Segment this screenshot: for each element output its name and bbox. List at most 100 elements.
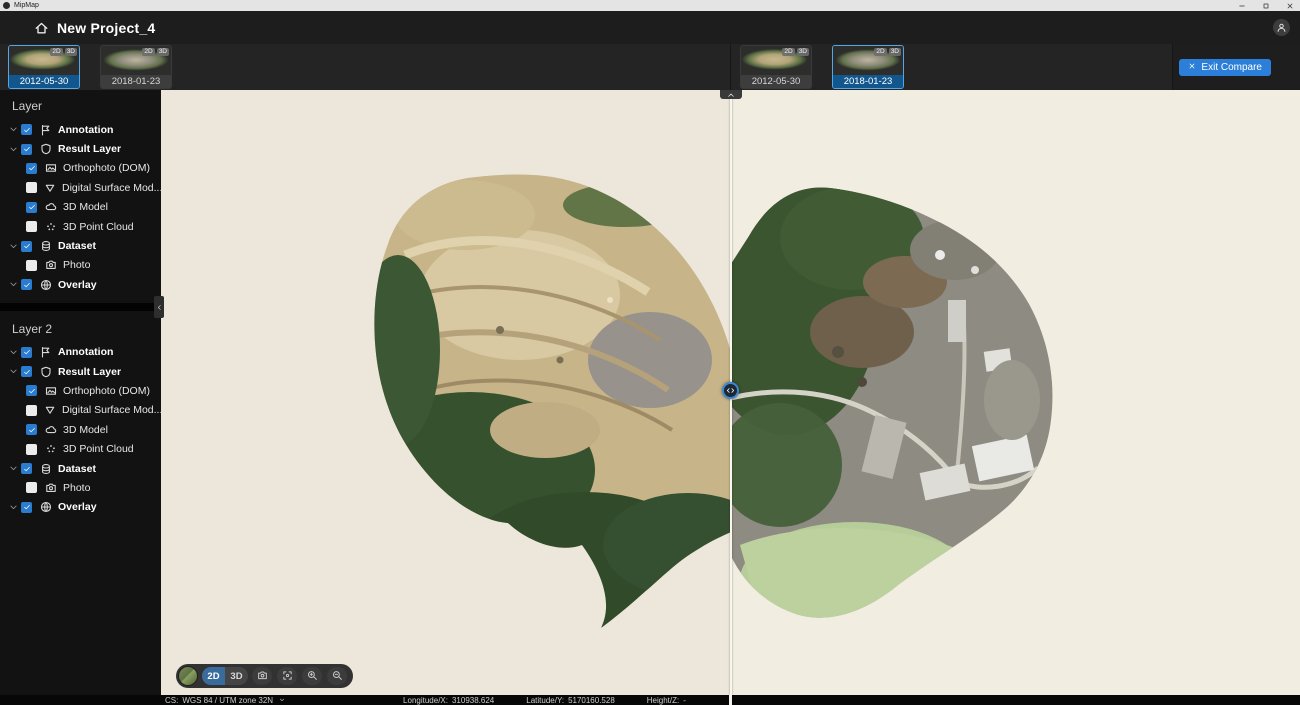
dataset-thumbnail-2018-01-23[interactable]: 2D3D2018-01-23 <box>832 45 904 89</box>
layer-item-annotation[interactable]: Annotation <box>0 120 161 139</box>
map-viewport[interactable]: 2D 3D <box>161 90 1300 695</box>
layer-item-3d-model[interactable]: 3D Model <box>0 420 161 439</box>
checked-checkbox[interactable] <box>21 463 32 474</box>
unchecked-checkbox[interactable] <box>26 482 37 493</box>
shield-icon <box>39 365 52 378</box>
view-3d-button[interactable]: 3D <box>225 667 248 685</box>
layer-item-label: Annotation <box>58 346 113 358</box>
compare-collapse-tab[interactable] <box>720 90 742 99</box>
unchecked-checkbox[interactable] <box>26 444 37 455</box>
layer-item-digital-surface-mod[interactable]: Digital Surface Mod... <box>0 178 161 197</box>
layer-item-label: Photo <box>63 259 90 271</box>
layer-item-orthophoto-dom[interactable]: Orthophoto (DOM) <box>0 159 161 178</box>
layer-item-digital-surface-mod[interactable]: Digital Surface Mod... <box>0 401 161 420</box>
checked-checkbox[interactable] <box>21 124 32 135</box>
layer-item-photo[interactable]: Photo <box>0 256 161 275</box>
checked-checkbox[interactable] <box>26 424 37 435</box>
close-button[interactable] <box>1285 1 1294 10</box>
mipmap-window: MipMap New Project_4 2D3D2012-05-302D3D2… <box>0 0 1300 705</box>
layer-item-3d-model[interactable]: 3D Model <box>0 198 161 217</box>
layer-item-result-layer[interactable]: Result Layer <box>0 362 161 381</box>
checked-checkbox[interactable] <box>26 385 37 396</box>
compare-dataset-strip: 2D3D2012-05-302D3D2018-01-23 2D3D2012-05… <box>0 44 1300 90</box>
exit-compare-button[interactable]: Exit Compare <box>1179 59 1271 76</box>
layer-item-label: Digital Surface Mod... <box>62 182 162 194</box>
unchecked-checkbox[interactable] <box>26 260 37 271</box>
unchecked-checkbox[interactable] <box>26 405 37 416</box>
layer-item-3d-point-cloud[interactable]: 3D Point Cloud <box>0 439 161 458</box>
layer-item-overlay[interactable]: Overlay <box>0 498 161 517</box>
status-bar: CS: WGS 84 / UTM zone 32N Longitude/X: 3… <box>0 695 1300 705</box>
chevron-down-icon[interactable] <box>7 240 19 252</box>
os-titlebar: MipMap <box>0 0 1300 11</box>
chevron-down-icon[interactable] <box>7 124 19 136</box>
strip-divider <box>1172 44 1173 90</box>
layer-item-label: Overlay <box>58 501 97 513</box>
badge-3d: 3D <box>889 48 901 56</box>
layer-item-3d-point-cloud[interactable]: 3D Point Cloud <box>0 217 161 236</box>
checked-checkbox[interactable] <box>21 502 32 513</box>
user-avatar[interactable] <box>1273 19 1290 36</box>
shield-icon <box>39 143 52 156</box>
layer-item-orthophoto-dom[interactable]: Orthophoto (DOM) <box>0 381 161 400</box>
chevron-down-icon[interactable] <box>7 501 19 513</box>
layer-item-label: Digital Surface Mod... <box>62 404 162 416</box>
layer-item-dataset[interactable]: Dataset <box>0 459 161 478</box>
panel-divider[interactable] <box>0 303 161 311</box>
zoom-out-button[interactable] <box>327 667 347 685</box>
dataset-thumbnail-2012-05-30[interactable]: 2D3D2012-05-30 <box>8 45 80 89</box>
dataset-thumbnail-2012-05-30[interactable]: 2D3D2012-05-30 <box>740 45 812 89</box>
cs-selector[interactable]: WGS 84 / UTM zone 32N <box>182 696 273 705</box>
camera-icon <box>257 669 268 684</box>
dataset-date-label: 2012-05-30 <box>741 75 811 88</box>
screenshot-button[interactable] <box>252 667 272 685</box>
chevron-up-icon <box>727 90 735 104</box>
layer-item-result-layer[interactable]: Result Layer <box>0 139 161 158</box>
minimize-button[interactable] <box>1237 1 1246 10</box>
view-2d-button[interactable]: 2D <box>202 667 225 685</box>
fit-extent-button[interactable] <box>277 667 297 685</box>
chevron-down-icon[interactable] <box>7 346 19 358</box>
unchecked-checkbox[interactable] <box>26 221 37 232</box>
checked-checkbox[interactable] <box>21 144 32 155</box>
longitude-label: Longitude/X: <box>403 696 448 705</box>
window-title: MipMap <box>14 2 39 9</box>
project-title: New Project_4 <box>57 20 155 36</box>
dataset-icon <box>39 240 52 253</box>
left-right-arrows-icon <box>726 382 735 400</box>
checked-checkbox[interactable] <box>26 202 37 213</box>
layer-item-annotation[interactable]: Annotation <box>0 343 161 362</box>
chevron-down-icon[interactable] <box>7 463 19 475</box>
dataset-thumbnail-2018-01-23[interactable]: 2D3D2018-01-23 <box>100 45 172 89</box>
layer-item-photo[interactable]: Photo <box>0 478 161 497</box>
checked-checkbox[interactable] <box>21 279 32 290</box>
checked-checkbox[interactable] <box>21 347 32 358</box>
collapse-panel-button[interactable] <box>154 296 164 318</box>
checked-checkbox[interactable] <box>26 163 37 174</box>
chevron-down-icon[interactable] <box>7 143 19 155</box>
zoom-in-button[interactable] <box>302 667 322 685</box>
layer-item-overlay[interactable]: Overlay <box>0 275 161 294</box>
dataset-date-label: 2018-01-23 <box>101 75 171 88</box>
badge-2d: 2D <box>142 48 154 56</box>
checked-checkbox[interactable] <box>21 366 32 377</box>
layer-item-dataset[interactable]: Dataset <box>0 236 161 255</box>
layer-item-label: Overlay <box>58 279 97 291</box>
exit-compare-label: Exit Compare <box>1201 62 1262 73</box>
maximize-button[interactable] <box>1261 1 1270 10</box>
home-button[interactable] <box>33 20 49 36</box>
chevron-down-icon[interactable] <box>279 697 285 703</box>
compare-slider-handle[interactable] <box>722 382 739 399</box>
chevron-down-icon[interactable] <box>7 279 19 291</box>
chevron-down-icon[interactable] <box>7 366 19 378</box>
fit-extent-icon <box>282 669 293 684</box>
basemap-toggle[interactable] <box>178 666 198 686</box>
checked-checkbox[interactable] <box>21 241 32 252</box>
layer-item-label: Orthophoto (DOM) <box>63 385 150 397</box>
layer-tree-2: Annotation Result Layer Orthophoto (DOM) Di… <box>0 340 161 518</box>
unchecked-checkbox[interactable] <box>26 182 37 193</box>
badge-2d: 2D <box>782 48 794 56</box>
layer-item-label: Photo <box>63 482 90 494</box>
layer-item-label: Dataset <box>58 240 96 252</box>
chevron-left-icon <box>156 298 163 316</box>
